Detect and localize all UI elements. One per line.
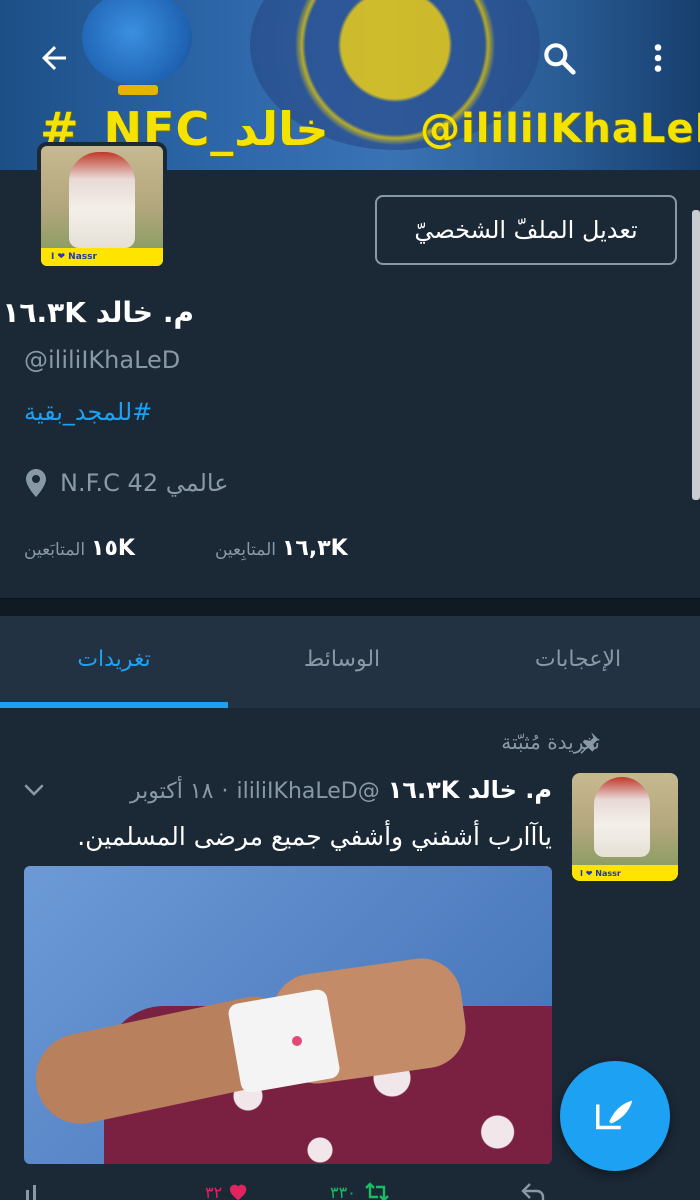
compose-tweet-button[interactable]	[560, 1061, 670, 1171]
tweet-author-handle: @ililiIKhaLeD	[236, 779, 380, 804]
tweet-date: ١٨ أكتوبر	[129, 779, 214, 804]
tab-media[interactable]: الوسائط	[228, 616, 456, 702]
tweet-avatar-caption: I ❤ Nassr	[572, 865, 678, 881]
avatar-caption: I ❤ Nassr	[41, 248, 163, 266]
location-pin-icon	[26, 469, 46, 497]
heart-icon	[230, 1184, 247, 1200]
top-app-bar	[0, 0, 700, 110]
more-options-button[interactable]	[638, 38, 678, 78]
tweet-actions: ٣٢ ٣٣٠	[0, 1182, 700, 1200]
tweet-author-avatar[interactable]: I ❤ Nassr	[572, 773, 678, 881]
edit-profile-button[interactable]: تعديل الملفّ الشخصيّ	[375, 195, 677, 265]
profile-location: عالمي N.F.C 42	[24, 468, 229, 498]
avatar-image: I ❤ Nassr	[41, 146, 163, 266]
followers-stat[interactable]: ١٦,٣K المتابِعين	[215, 536, 348, 561]
profile-stats: ١٥K المتابَعين ١٦,٣K المتابِعين	[24, 536, 348, 561]
pinned-label: تغريدة مُثبّتة	[501, 730, 600, 754]
banner-handle: @ililiIKhaLeD	[420, 106, 700, 152]
reply-icon	[521, 1183, 545, 1200]
profile-tabs: تغريدات الوسائط الإعجابات	[0, 616, 700, 708]
profile-handle: @ililiIKhaLeD	[24, 346, 181, 374]
retweet-icon	[364, 1182, 389, 1200]
analytics-button[interactable]	[24, 1182, 46, 1200]
profile-avatar[interactable]: I ❤ Nassr	[37, 142, 167, 270]
analytics-icon	[26, 1185, 36, 1200]
tweet-avatar-person	[594, 777, 650, 857]
back-button[interactable]	[34, 38, 74, 78]
media-iv-dot	[292, 1036, 302, 1046]
section-divider	[0, 598, 700, 616]
like-count: ٣٢	[205, 1182, 223, 1200]
arrow-left-icon	[42, 46, 66, 70]
like-button[interactable]: ٣٢	[205, 1182, 250, 1200]
active-tab-indicator	[0, 702, 228, 708]
tweet-menu-button[interactable]	[22, 778, 46, 806]
chevron-down-icon	[24, 784, 44, 796]
following-stat[interactable]: ١٥K المتابَعين	[24, 536, 135, 561]
profile-bio-hashtag[interactable]: #للمجد_بقية	[24, 398, 152, 426]
media-bandage	[226, 988, 342, 1094]
avatar-person	[69, 152, 135, 248]
profile-name: م. خالد ١٦.٣K	[2, 296, 194, 329]
tweet-author-name[interactable]: م. خالد ١٦.٣K	[388, 776, 552, 804]
tab-likes[interactable]: الإعجابات	[456, 616, 700, 702]
location-text: عالمي N.F.C 42	[60, 469, 229, 497]
search-icon	[544, 43, 576, 75]
followers-label: المتابِعين	[214, 540, 276, 560]
tweet-separator: ·	[221, 779, 229, 804]
following-label: المتابَعين	[24, 540, 86, 560]
scrollbar[interactable]	[692, 210, 700, 500]
search-button[interactable]	[539, 38, 579, 78]
following-count: ١٥K	[91, 536, 135, 561]
tweet-header: م. خالد ١٦.٣K @ililiIKhaLeD · ١٨ أكتوبر	[130, 776, 552, 804]
tweet-media-image[interactable]	[24, 866, 552, 1164]
tweet-text: ياآارب أشفني وأشفي جميع مرضى المسلمين.	[77, 822, 552, 851]
retweet-button[interactable]: ٣٣٠	[330, 1182, 392, 1200]
tab-tweets[interactable]: تغريدات	[0, 616, 228, 702]
followers-count: ١٦,٣K	[282, 536, 348, 561]
compose-tweet-icon	[596, 1100, 633, 1130]
more-vertical-icon	[654, 44, 662, 72]
retweet-count: ٣٣٠	[330, 1182, 356, 1200]
reply-button[interactable]	[520, 1182, 546, 1200]
